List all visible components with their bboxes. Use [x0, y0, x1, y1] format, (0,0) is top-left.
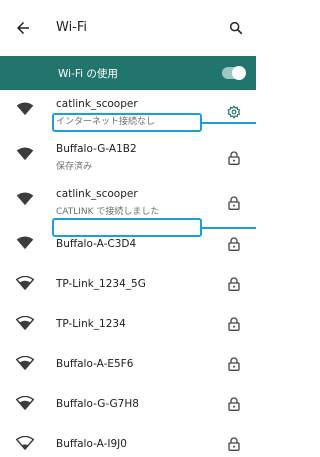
app-bar: Wi-Fi: [0, 0, 256, 56]
annotation-leader-line: [202, 122, 256, 124]
lock-icon: [228, 151, 240, 165]
network-row[interactable]: Buffalo-A-I9J0: [0, 425, 256, 457]
network-status: 保存済み: [56, 162, 93, 172]
wifi-toggle-label: Wi-Fi の使用: [58, 68, 118, 80]
network-status: CATLINK で接続しました: [56, 207, 160, 217]
network-name: Buffalo-G-G7H8: [56, 398, 139, 410]
wifi-signal-weak-icon: [16, 436, 34, 450]
gear-icon[interactable]: [227, 105, 241, 119]
network-row[interactable]: Buffalo-G-A1B2 保存済み: [0, 135, 256, 180]
wifi-signal-full-icon: [16, 192, 34, 206]
network-name: Buffalo-A-C3D4: [56, 238, 137, 250]
switch-thumb: [232, 66, 246, 80]
network-row[interactable]: TP-Link_1234: [0, 305, 256, 345]
wifi-toggle-bar[interactable]: Wi-Fi の使用: [0, 56, 256, 90]
network-list: catlink_scooper インターネット接続なし Buffalo-G-A1…: [0, 90, 256, 457]
lock-icon: [228, 196, 240, 210]
annotation-box-connected-via-catlink: [52, 218, 202, 237]
network-name: TP-Link_1234: [56, 318, 126, 330]
wifi-signal-good-icon: [16, 316, 34, 330]
wifi-signal-good-icon: [16, 396, 34, 410]
network-name: catlink_scooper: [56, 98, 138, 110]
wifi-toggle-switch[interactable]: [222, 66, 246, 80]
wifi-signal-full-icon: [16, 147, 34, 161]
network-name: Buffalo-G-A1B2: [56, 143, 137, 155]
wifi-signal-full-icon: [16, 102, 34, 116]
network-name: Buffalo-A-E5F6: [56, 358, 134, 370]
arrow-left-icon[interactable]: [14, 19, 32, 37]
lock-icon: [228, 237, 240, 251]
annotation-leader-line: [202, 227, 256, 229]
lock-icon: [228, 317, 240, 331]
network-row[interactable]: TP-Link_1234_5G: [0, 265, 256, 305]
lock-icon: [228, 357, 240, 371]
lock-icon: [228, 437, 240, 451]
network-name: catlink_scooper: [56, 188, 138, 200]
network-name: Buffalo-A-I9J0: [56, 438, 127, 450]
annotation-box-no-internet: [52, 113, 202, 132]
lock-icon: [228, 277, 240, 291]
search-icon[interactable]: [228, 20, 244, 36]
network-row[interactable]: Buffalo-A-E5F6: [0, 345, 256, 385]
page-title: Wi-Fi: [56, 20, 88, 35]
wifi-signal-full-icon: [16, 236, 34, 250]
network-row[interactable]: Buffalo-G-G7H8: [0, 385, 256, 425]
wifi-signal-good-icon: [16, 356, 34, 370]
network-name: TP-Link_1234_5G: [56, 278, 146, 290]
wifi-signal-good-icon: [16, 276, 34, 290]
lock-icon: [228, 397, 240, 411]
